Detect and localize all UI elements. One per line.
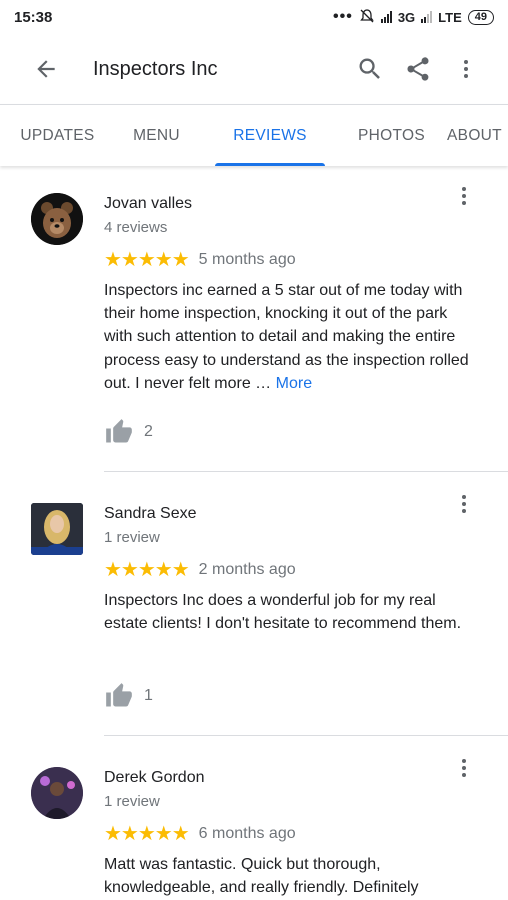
tab-label: ABOUT <box>447 126 502 144</box>
battery-level: 49 <box>474 10 487 23</box>
reviewer-name[interactable]: Sandra Sexe <box>104 503 472 525</box>
tab-photos[interactable]: PHOTOS <box>342 105 441 166</box>
signal-icon <box>380 11 392 23</box>
review-meta: ★★★★★ 2 months ago <box>104 559 472 581</box>
review-more-options-button[interactable] <box>452 754 476 782</box>
star-rating: ★★★★★ <box>104 559 190 581</box>
tab-menu[interactable]: MENU <box>115 105 198 166</box>
tab-updates[interactable]: UPDATES <box>0 105 115 166</box>
thumb-up-icon <box>106 683 132 707</box>
search-button[interactable] <box>346 45 394 93</box>
review-meta: ★★★★★ 6 months ago <box>104 823 472 845</box>
search-icon <box>359 58 380 79</box>
signal-icon <box>421 11 433 23</box>
alarm-muted-icon <box>359 8 375 27</box>
page-title: Inspectors Inc <box>93 57 218 80</box>
review-meta: ★★★★★ 5 months ago <box>104 249 472 271</box>
reviewer-review-count: 1 review <box>104 793 160 810</box>
active-tab-indicator <box>215 163 325 166</box>
overflow-dot <box>462 509 466 513</box>
tab-bar: UPDATES MENU REVIEWS PHOTOS ABOUT <box>0 104 508 166</box>
overflow-dot <box>462 773 466 777</box>
battery-icon: 49 <box>467 9 494 25</box>
more-options-button[interactable] <box>442 45 490 93</box>
overflow-dot <box>462 502 466 506</box>
like-button[interactable]: 1 <box>104 682 153 710</box>
thumb-up-icon <box>106 419 132 443</box>
back-button[interactable] <box>16 39 76 99</box>
review-more-options-button[interactable] <box>452 182 476 210</box>
avatar[interactable] <box>31 193 83 245</box>
review-card: Jovan valles 4 reviews ★★★★★ 5 months ag… <box>0 166 508 472</box>
overflow-dots-icon: ••• <box>333 8 353 25</box>
overflow-dot <box>462 759 466 763</box>
review-card: Derek Gordon 1 review ★★★★★ 6 months ago… <box>0 736 508 900</box>
tab-label: MENU <box>133 126 180 144</box>
more-vert-icon <box>464 60 468 78</box>
tab-label: REVIEWS <box>233 126 307 144</box>
reviewer-review-count: 4 reviews <box>104 219 168 236</box>
network-3g-label: 3G <box>397 9 416 25</box>
status-icons: ••• 3G LTE 49 <box>333 8 494 27</box>
reviewer-name[interactable]: Jovan valles <box>104 193 472 215</box>
like-count: 2 <box>144 423 153 440</box>
star-rating: ★★★★★ <box>104 823 190 845</box>
tab-about[interactable]: ABOUT <box>441 105 508 166</box>
review-text-content: Matt was fantastic. Quick but thorough, … <box>104 856 419 897</box>
share-icon <box>407 57 429 81</box>
review-body: Jovan valles 4 reviews ★★★★★ 5 months ag… <box>104 193 472 395</box>
review-more-options-button[interactable] <box>452 490 476 518</box>
like-count: 1 <box>144 687 153 704</box>
status-bar: 15:38 ••• 3G LTE 49 <box>0 0 508 34</box>
tab-reviews[interactable]: REVIEWS <box>215 105 325 166</box>
review-text-content: Inspectors Inc does a wonderful job for … <box>104 592 462 633</box>
overflow-dot <box>462 187 466 191</box>
reviewer-review-count: 1 review <box>104 529 160 546</box>
review-text: Inspectors Inc does a wonderful job for … <box>104 589 472 635</box>
overflow-dot <box>462 766 466 770</box>
app-toolbar: Inspectors Inc <box>0 34 508 104</box>
review-body: Sandra Sexe 1 review ★★★★★ 2 months ago … <box>104 503 472 635</box>
review-date: 2 months ago <box>198 561 296 578</box>
arrow-left-icon <box>37 60 55 78</box>
share-button[interactable] <box>394 45 442 93</box>
more-link[interactable]: More <box>276 375 312 392</box>
reviewer-name[interactable]: Derek Gordon <box>104 767 472 789</box>
review-date: 5 months ago <box>198 251 296 268</box>
review-text: Matt was fantastic. Quick but thorough, … <box>104 853 472 899</box>
overflow-dot <box>462 201 466 205</box>
network-lte-label: LTE <box>438 9 462 25</box>
review-body: Derek Gordon 1 review ★★★★★ 6 months ago… <box>104 767 472 899</box>
review-date: 6 months ago <box>198 825 296 842</box>
status-time: 15:38 <box>14 8 53 26</box>
avatar[interactable] <box>31 767 83 819</box>
avatar[interactable] <box>31 503 83 555</box>
like-button[interactable]: 2 <box>104 418 153 446</box>
overflow-dot <box>462 194 466 198</box>
overflow-dot <box>462 495 466 499</box>
review-card: Sandra Sexe 1 review ★★★★★ 2 months ago … <box>0 472 508 736</box>
tab-label: UPDATES <box>20 126 95 144</box>
star-rating: ★★★★★ <box>104 249 190 271</box>
tab-label: PHOTOS <box>358 126 425 144</box>
review-text: Inspectors inc earned a 5 star out of me… <box>104 279 472 395</box>
